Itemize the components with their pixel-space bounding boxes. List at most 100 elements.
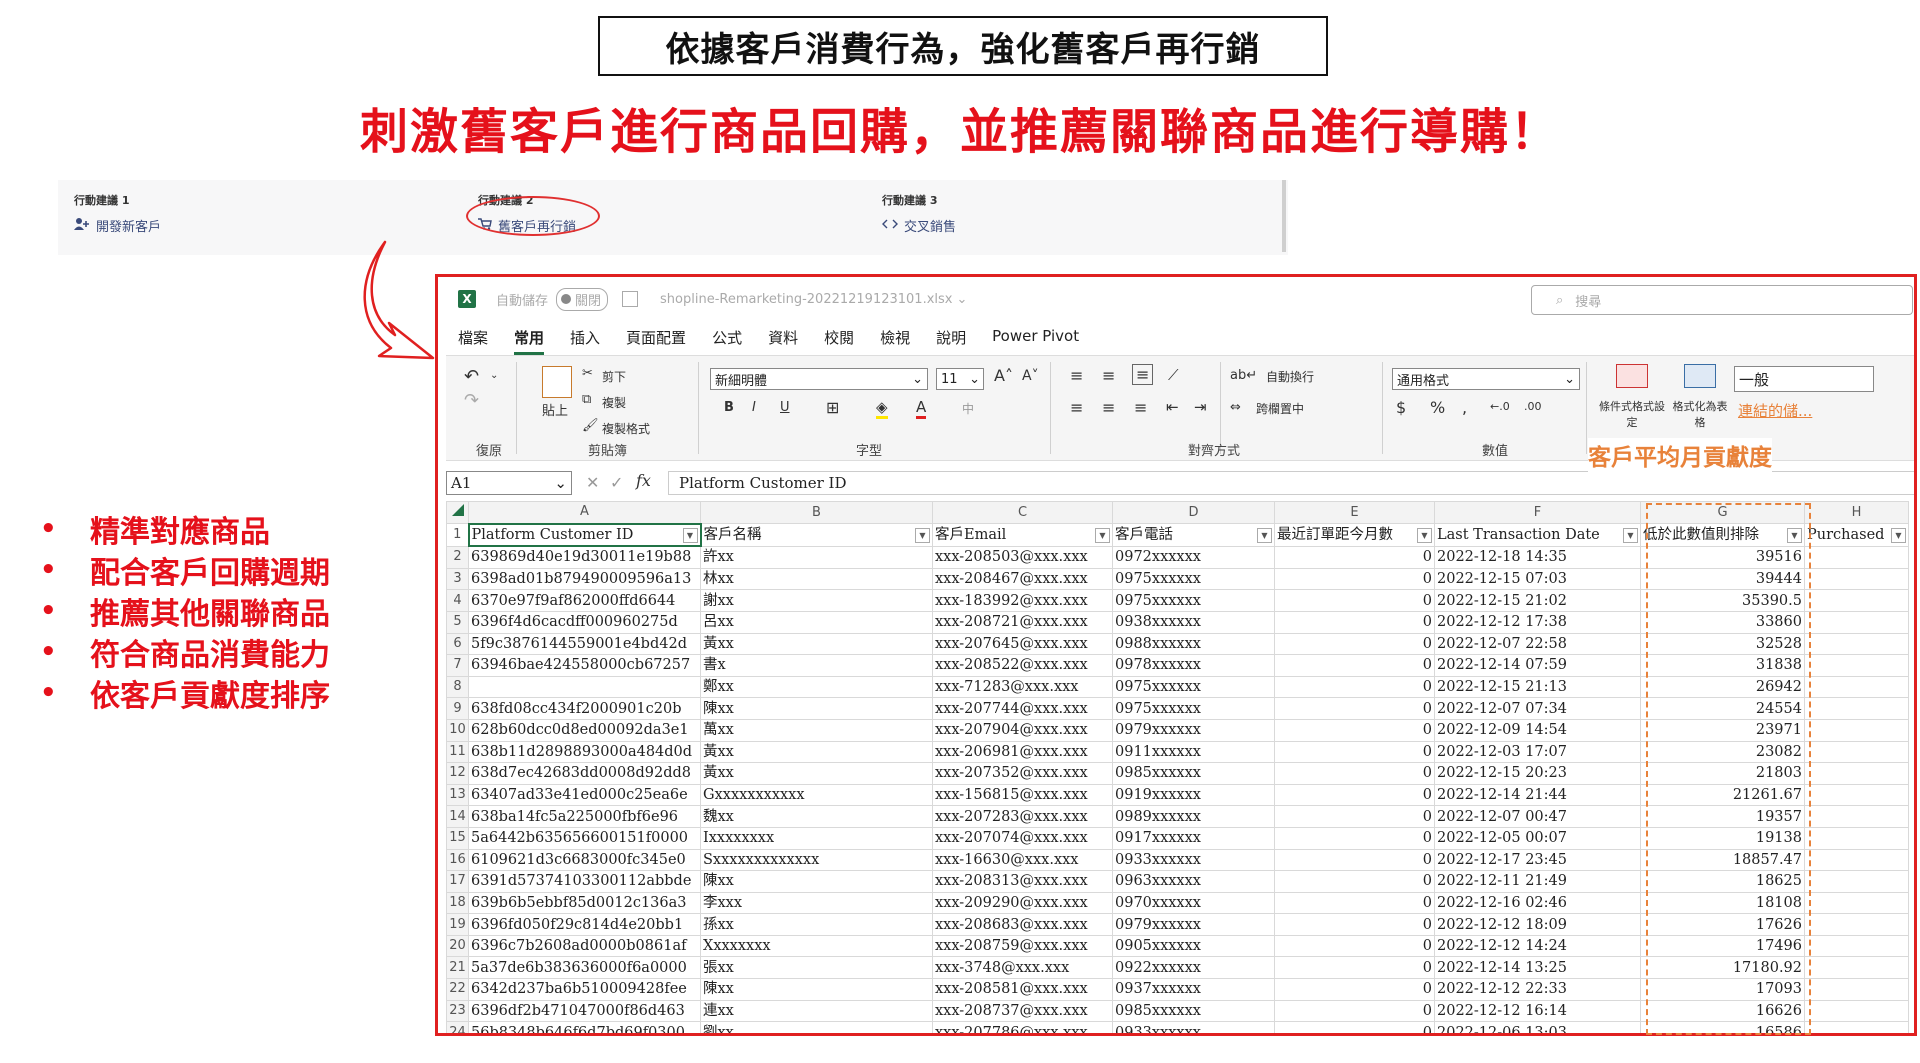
cell-purchased[interactable] <box>1804 762 1909 785</box>
header-cell[interactable]: 客戶名稱 ▼ <box>700 523 933 547</box>
cell-months-since-order[interactable]: 0 <box>1274 934 1435 958</box>
cell-customer-phone[interactable]: 0979xxxxxx <box>1112 718 1275 742</box>
cell-customer-name[interactable]: 陳xx <box>700 978 933 1001</box>
tab-help[interactable]: 說明 <box>936 327 966 355</box>
cell-customer-email[interactable]: xxx-207352@xxx.xxx <box>932 762 1113 785</box>
cell-customer-phone[interactable]: 0975xxxxxx <box>1112 697 1275 720</box>
cell-customer-phone[interactable]: 0972xxxxxx <box>1112 545 1275 569</box>
font-name-select[interactable]: 新細明體 ⌄ <box>710 368 928 390</box>
cell-customer-id[interactable]: 639b6b5ebbf85d0012c136a3 <box>468 891 701 915</box>
cell-customer-id[interactable]: 6398ad01b879490009596a13 <box>468 567 701 591</box>
cut-icon[interactable]: ✂ <box>582 366 593 381</box>
cell-customer-phone[interactable]: 0933xxxxxx <box>1112 848 1275 872</box>
row-number[interactable]: 19 <box>446 913 469 936</box>
cell-last-transaction[interactable]: 2022-12-14 13:25 <box>1434 956 1641 980</box>
cell-customer-name[interactable]: 李xxx <box>700 891 933 915</box>
cell-customer-email[interactable]: xxx-208759@xxx.xxx <box>932 934 1113 958</box>
format-table-icon[interactable] <box>1684 364 1716 388</box>
action-3[interactable]: 行動建議 3 交叉銷售 <box>882 192 956 235</box>
cell-customer-id[interactable]: 5a6442b635656600151f0000 <box>468 826 701 850</box>
cell-customer-phone[interactable]: 0917xxxxxx <box>1112 826 1275 850</box>
row-number[interactable]: 18 <box>446 891 469 915</box>
border-icon[interactable]: ⊞ <box>826 398 839 417</box>
cell-last-transaction[interactable]: 2022-12-06 13:03 <box>1434 1021 1641 1033</box>
wrap-text-icon[interactable]: ab↵ <box>1230 368 1257 383</box>
filename[interactable]: shopline-Remarketing-20221219123101.xlsx <box>660 292 952 307</box>
row-number[interactable]: 3 <box>446 567 469 591</box>
cell-customer-phone[interactable]: 0922xxxxxx <box>1112 956 1275 980</box>
header-cell[interactable]: Purchased ▼ <box>1804 523 1909 547</box>
row-number[interactable]: 14 <box>446 805 469 828</box>
cell-months-since-order[interactable]: 0 <box>1274 848 1435 872</box>
cell-purchased[interactable] <box>1804 632 1909 656</box>
row-number[interactable]: 11 <box>446 740 469 764</box>
cell-customer-name[interactable]: 黃xx <box>700 762 933 785</box>
format-painter-icon[interactable]: 🖌 <box>582 418 599 433</box>
row-number[interactable]: 9 <box>446 697 469 720</box>
style-normal[interactable]: 一般 <box>1734 366 1874 392</box>
cell-last-transaction[interactable]: 2022-12-14 07:59 <box>1434 654 1641 677</box>
row-number[interactable]: 20 <box>446 934 469 958</box>
column-header[interactable]: A <box>468 500 701 525</box>
cell-customer-phone[interactable]: 0975xxxxxx <box>1112 589 1275 612</box>
row-number[interactable]: 23 <box>446 999 469 1023</box>
cell-last-transaction[interactable]: 2022-12-15 20:23 <box>1434 762 1641 785</box>
cell-customer-phone[interactable]: 0937xxxxxx <box>1112 978 1275 1001</box>
increase-indent-icon[interactable]: ⇥ <box>1194 398 1207 416</box>
cell-customer-phone[interactable]: 0933xxxxxx <box>1112 1021 1275 1033</box>
tab-file[interactable]: 檔案 <box>458 327 488 355</box>
cell-purchased[interactable] <box>1804 675 1909 699</box>
cell-customer-name[interactable]: 許xx <box>700 545 933 569</box>
header-cell[interactable]: 客戶電話 ▼ <box>1112 523 1275 547</box>
row-number[interactable]: 22 <box>446 978 469 1001</box>
row-number[interactable]: 10 <box>446 718 469 742</box>
cell-customer-id[interactable]: 63407ad33e41ed000c25ea6e <box>468 783 701 807</box>
cell-last-transaction[interactable]: 2022-12-15 21:02 <box>1434 589 1641 612</box>
cell-last-transaction[interactable]: 2022-12-09 14:54 <box>1434 718 1641 742</box>
cell-customer-name[interactable]: 書x <box>700 654 933 677</box>
select-all-corner[interactable] <box>446 500 469 525</box>
cell-customer-email[interactable]: xxx-16630@xxx.xxx <box>932 848 1113 872</box>
header-cell[interactable]: Platform Customer ID ▼ <box>467 522 702 548</box>
cell-customer-phone[interactable]: 0919xxxxxx <box>1112 783 1275 807</box>
cell-months-since-order[interactable]: 0 <box>1274 913 1435 936</box>
cell-months-since-order[interactable]: 0 <box>1274 589 1435 612</box>
cell-customer-id[interactable] <box>468 675 701 699</box>
row-number[interactable]: 17 <box>446 870 469 893</box>
style-linked-cell[interactable]: 連結的儲... <box>1738 400 1812 421</box>
increase-decimal-icon[interactable]: ←.0 <box>1490 400 1510 413</box>
column-header[interactable]: H <box>1804 500 1909 525</box>
cell-last-transaction[interactable]: 2022-12-07 07:34 <box>1434 697 1641 720</box>
cell-customer-name[interactable]: 黃xx <box>700 632 933 656</box>
search-box[interactable]: ⌕ 搜尋 <box>1531 285 1913 315</box>
cell-customer-id[interactable]: 639869d40e19d30011e19b88 <box>468 545 701 569</box>
cell-customer-id[interactable]: 628b60dcc0d8ed00092da3e1 <box>468 718 701 742</box>
cell-last-transaction[interactable]: 2022-12-12 14:24 <box>1434 934 1641 958</box>
column-header[interactable]: C <box>932 500 1113 525</box>
cell-customer-name[interactable]: 陳xx <box>700 870 933 893</box>
chevron-down-icon[interactable]: ⌄ <box>956 292 967 307</box>
cell-months-since-order[interactable]: 0 <box>1274 740 1435 764</box>
italic-icon[interactable]: I <box>752 400 756 415</box>
redo-icon[interactable]: ↷ <box>464 390 479 411</box>
cell-purchased[interactable] <box>1804 805 1909 828</box>
cell-purchased[interactable] <box>1804 567 1909 591</box>
cell-months-since-order[interactable]: 0 <box>1274 870 1435 893</box>
cell-customer-email[interactable]: xxx-208313@xxx.xxx <box>932 870 1113 893</box>
cell-months-since-order[interactable]: 0 <box>1274 632 1435 656</box>
cell-customer-name[interactable]: Ixxxxxxxx <box>700 826 933 850</box>
align-left-icon[interactable]: ≡ <box>1070 398 1083 417</box>
shrink-font-icon[interactable]: A˅ <box>1022 368 1039 384</box>
cell-last-transaction[interactable]: 2022-12-12 17:38 <box>1434 610 1641 634</box>
cell-last-transaction[interactable]: 2022-12-16 02:46 <box>1434 891 1641 915</box>
cell-months-since-order[interactable]: 0 <box>1274 1021 1435 1033</box>
row-number[interactable]: 1 <box>446 523 469 547</box>
underline-icon[interactable]: U <box>780 400 790 415</box>
align-right-icon[interactable]: ≡ <box>1134 398 1147 417</box>
cell-months-since-order[interactable]: 0 <box>1274 805 1435 828</box>
header-cell[interactable]: 客戶Email ▼ <box>932 523 1113 547</box>
cell-customer-id[interactable]: 6342d237ba6b510009428fee <box>468 978 701 1001</box>
cell-last-transaction[interactable]: 2022-12-12 18:09 <box>1434 913 1641 936</box>
save-icon[interactable] <box>622 291 639 307</box>
cell-purchased[interactable] <box>1804 1021 1909 1033</box>
